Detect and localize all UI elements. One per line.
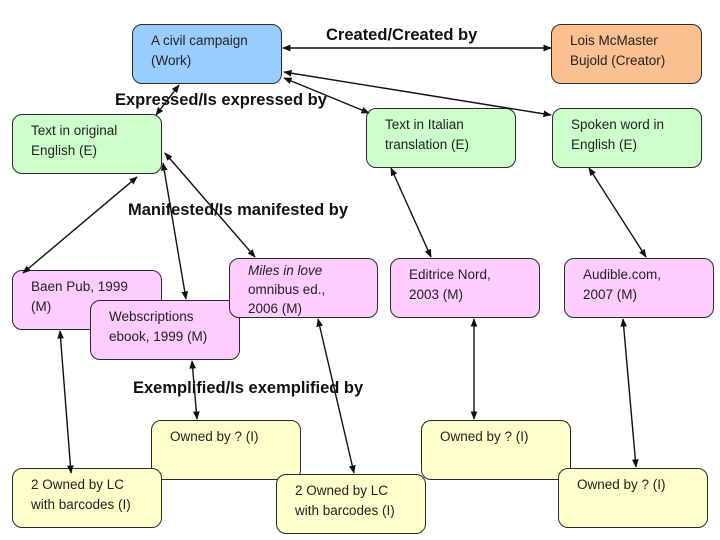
manifestation-audible: Audible.com, 2007 (M) xyxy=(564,258,714,318)
work-type: (Work) xyxy=(151,53,192,68)
manifestation-label: Baen Pub, 1999 xyxy=(31,279,128,294)
creator-node: Lois McMaster Bujold (Creator) xyxy=(551,24,702,84)
item-owned-unknown-2: Owned by ? (I) xyxy=(421,420,571,480)
manifestation-label: Webscriptions xyxy=(109,309,194,324)
expression-label: translation (E) xyxy=(385,137,470,152)
item-label: Owned by ? (I) xyxy=(577,477,666,492)
expression-italian: Text in Italian translation (E) xyxy=(366,108,516,168)
creator-type: Bujold (Creator) xyxy=(570,53,666,68)
arrow-baen-lc xyxy=(57,330,74,474)
creator-label: Lois McMaster xyxy=(570,33,658,48)
item-owned-unknown-3: Owned by ? (I) xyxy=(558,468,708,528)
arrow-italian-editrice xyxy=(390,167,432,258)
expression-label: English (E) xyxy=(31,143,98,158)
arrow-original-webscriptions xyxy=(160,162,189,300)
arrow-spoken-audible xyxy=(588,167,647,258)
item-label: Owned by ? (I) xyxy=(170,429,259,444)
item-owned-unknown-1: Owned by ? (I) xyxy=(151,420,301,480)
relation-manifested-label: Manifested/Is manifested by xyxy=(128,201,349,219)
expression-spoken-word: Spoken word in English (E) xyxy=(552,108,702,168)
manifestation-label: 2006 (M) xyxy=(248,301,303,316)
relation-exemplified-label: Exemplified/Is exemplified by xyxy=(133,379,364,397)
relation-created-label: Created/Created by xyxy=(326,26,478,44)
manifestation-label: 2007 (M) xyxy=(583,287,638,302)
arrow-audible-owned xyxy=(620,318,639,468)
manifestation-label: Audible.com, xyxy=(583,267,662,282)
work-label: A civil campaign xyxy=(151,33,248,48)
manifestation-webscriptions: Webscriptions ebook, 1999 (M) xyxy=(90,300,240,360)
manifestation-label: Miles in love xyxy=(248,263,323,278)
manifestation-label: 2003 (M) xyxy=(409,287,464,302)
relation-expressed-label: Expressed/Is expressed by xyxy=(115,91,327,109)
item-label: 2 Owned by LC xyxy=(31,477,125,492)
expression-label: English (E) xyxy=(571,137,638,152)
arrow-original-baen xyxy=(22,176,138,274)
expression-original-english: Text in original English (E) xyxy=(12,114,162,174)
expression-label: Text in Italian xyxy=(385,117,464,132)
manifestation-label: Editrice Nord, xyxy=(409,267,491,282)
expression-label: Text in original xyxy=(31,123,118,138)
manifestation-label: omnibus ed., xyxy=(248,282,326,297)
item-lc-barcodes-2: 2 Owned by LC with barcodes (I) xyxy=(276,474,426,534)
expression-label: Spoken word in xyxy=(571,117,665,132)
item-lc-barcodes-1: 2 Owned by LC with barcodes (I) xyxy=(12,468,162,528)
item-label: with barcodes (I) xyxy=(31,497,131,512)
manifestation-miles-in-love: Miles in love omnibus ed., 2006 (M) xyxy=(229,258,378,318)
frbr-diagram: A civil campaign (Work) Lois McMaster Bu… xyxy=(0,0,720,540)
manifestation-editrice-nord: Editrice Nord, 2003 (M) xyxy=(390,258,540,318)
manifestation-label: ebook, 1999 (M) xyxy=(109,329,208,344)
item-label: Owned by ? (I) xyxy=(440,429,529,444)
work-node: A civil campaign (Work) xyxy=(132,24,282,84)
item-label: with barcodes (I) xyxy=(295,503,395,518)
item-label: 2 Owned by LC xyxy=(295,483,389,498)
